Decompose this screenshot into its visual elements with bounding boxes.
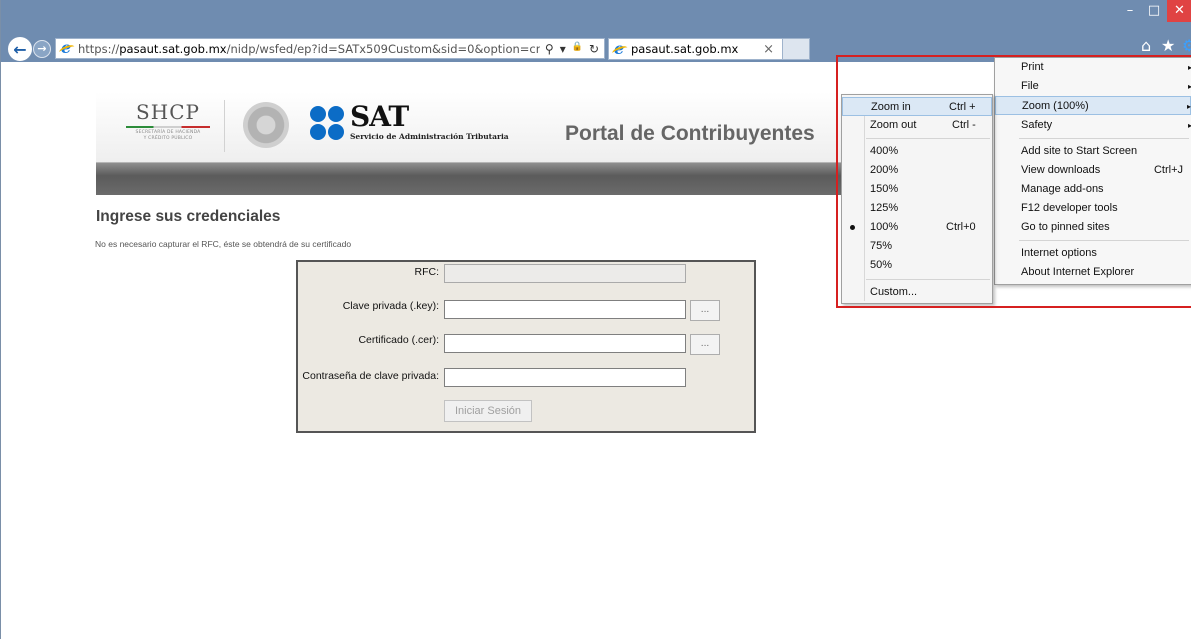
certificate-input[interactable] bbox=[444, 334, 686, 353]
menu-item-safety[interactable]: Safety ▸ bbox=[995, 116, 1191, 135]
ie-favicon-icon bbox=[60, 39, 75, 57]
selected-radio-icon bbox=[850, 225, 855, 230]
logo-divider bbox=[224, 100, 225, 152]
home-icon[interactable]: ⌂ bbox=[1141, 36, 1151, 55]
url-text[interactable]: https://pasaut.sat.gob.mx/nidp/wsfed/ep?… bbox=[78, 42, 540, 56]
shcp-title: SHCP bbox=[136, 100, 200, 124]
shcp-tricolor-line bbox=[126, 126, 210, 128]
shcp-subtitle-2: Y CRÉDITO PÚBLICO bbox=[143, 136, 193, 141]
rfc-input[interactable] bbox=[444, 264, 686, 283]
url-path: /nidp/wsfed/ep?id=SATx509Custom&sid=0&op… bbox=[226, 41, 540, 56]
menu-item-zoom-150[interactable]: 150% bbox=[842, 180, 992, 199]
password-input[interactable] bbox=[444, 368, 686, 387]
close-button[interactable]: ✕ bbox=[1167, 0, 1191, 22]
menu-item-f12-tools[interactable]: F12 developer tools bbox=[995, 199, 1191, 218]
mexico-seal-icon bbox=[243, 102, 289, 148]
tab-title: pasaut.sat.gob.mx bbox=[631, 42, 739, 56]
menu-item-zoom-out[interactable]: Zoom out Ctrl - bbox=[842, 116, 992, 135]
lock-icon[interactable]: 🔒 bbox=[572, 42, 583, 56]
private-key-input[interactable] bbox=[444, 300, 686, 319]
new-tab-button[interactable] bbox=[783, 38, 810, 60]
login-form: RFC: Clave privada (.key): ... Certifica… bbox=[296, 260, 756, 433]
url-host: pasaut.sat.gob.mx bbox=[119, 41, 227, 56]
tab-pasaut[interactable]: pasaut.sat.gob.mx × bbox=[608, 38, 783, 60]
browser-window: – □ ✕ ← → https://pasaut.sat.gob.mx/nidp… bbox=[0, 0, 1191, 639]
title-bar: – □ ✕ bbox=[1, 0, 1191, 34]
private-key-label: Clave privada (.key): bbox=[342, 300, 439, 312]
chevron-down-icon[interactable]: ▾ bbox=[560, 42, 566, 56]
search-icon[interactable]: ⚲ bbox=[545, 42, 554, 56]
password-label: Contraseña de clave privada: bbox=[302, 370, 439, 382]
menu-item-add-site[interactable]: Add site to Start Screen bbox=[995, 142, 1191, 161]
credentials-note: No es necesario capturar el RFC, éste se… bbox=[95, 239, 352, 249]
portal-title: Portal de Contribuyentes bbox=[565, 122, 815, 145]
ie-tab-icon bbox=[613, 39, 628, 58]
sat-title: SAT bbox=[350, 100, 409, 133]
menu-separator bbox=[1019, 138, 1189, 139]
page-title: Ingrese sus credenciales bbox=[96, 208, 281, 225]
menu-item-zoom-75[interactable]: 75% bbox=[842, 237, 992, 256]
menu-item-file[interactable]: File ▸ bbox=[995, 77, 1191, 96]
menu-item-zoom[interactable]: Zoom (100%) ▸ bbox=[995, 96, 1191, 115]
url-prefix: https:// bbox=[78, 41, 120, 56]
login-button[interactable]: Iniciar Sesión bbox=[444, 400, 532, 422]
forward-button[interactable]: → bbox=[33, 40, 51, 58]
maximize-button[interactable]: □ bbox=[1141, 0, 1167, 22]
menu-item-zoom-50[interactable]: 50% bbox=[842, 256, 992, 275]
rfc-label: RFC: bbox=[414, 266, 440, 278]
banner-strip bbox=[96, 162, 954, 195]
sat-subtitle: Servicio de Administración Tributaria bbox=[350, 132, 509, 141]
star-icon[interactable]: ★ bbox=[1161, 36, 1175, 55]
tab-close-icon[interactable]: × bbox=[763, 42, 774, 57]
private-key-browse-button[interactable]: ... bbox=[690, 300, 720, 321]
tools-menu: Print ▸ File ▸ Zoom (100%) ▸ Safety ▸ Add si… bbox=[994, 57, 1191, 285]
shcp-logo: SHCP SECRETARÍA DE HACIENDA Y CRÉDITO PÚ… bbox=[120, 100, 216, 142]
certificate-browse-button[interactable]: ... bbox=[690, 334, 720, 355]
menu-item-zoom-125[interactable]: 125% bbox=[842, 199, 992, 218]
menu-item-zoom-400[interactable]: 400% bbox=[842, 142, 992, 161]
refresh-icon[interactable]: ↻ bbox=[589, 42, 599, 56]
address-bar[interactable]: https://pasaut.sat.gob.mx/nidp/wsfed/ep?… bbox=[55, 38, 605, 59]
menu-item-zoom-100[interactable]: 100% Ctrl+0 bbox=[842, 218, 992, 237]
menu-item-zoom-custom[interactable]: Custom... bbox=[842, 283, 992, 302]
menu-item-internet-options[interactable]: Internet options bbox=[995, 244, 1191, 263]
back-button[interactable]: ← bbox=[8, 37, 32, 61]
menu-item-manage-addons[interactable]: Manage add-ons bbox=[995, 180, 1191, 199]
zoom-submenu: Zoom in Ctrl + Zoom out Ctrl - 400% 200% 1… bbox=[841, 94, 993, 304]
menu-item-print[interactable]: Print ▸ bbox=[995, 58, 1191, 77]
minimize-button[interactable]: – bbox=[1119, 0, 1141, 22]
address-tools: ⚲ ▾ 🔒 ↻ bbox=[540, 42, 604, 56]
sat-banner: SHCP SECRETARÍA DE HACIENDA Y CRÉDITO PÚ… bbox=[96, 92, 954, 195]
menu-item-zoom-200[interactable]: 200% bbox=[842, 161, 992, 180]
menu-separator bbox=[1019, 240, 1189, 241]
menu-separator bbox=[866, 279, 990, 280]
menu-item-about-ie[interactable]: About Internet Explorer bbox=[995, 263, 1191, 282]
menu-item-view-downloads[interactable]: View downloads Ctrl+J bbox=[995, 161, 1191, 180]
menu-item-pinned-sites[interactable]: Go to pinned sites bbox=[995, 218, 1191, 237]
gear-icon[interactable]: ⚙ bbox=[1182, 36, 1191, 55]
chevron-right-icon: ▸ bbox=[1186, 102, 1191, 111]
sat-logo-icon bbox=[310, 106, 346, 142]
menu-item-zoom-in[interactable]: Zoom in Ctrl + bbox=[842, 97, 992, 116]
menu-separator bbox=[866, 138, 990, 139]
certificate-label: Certificado (.cer): bbox=[358, 334, 439, 346]
